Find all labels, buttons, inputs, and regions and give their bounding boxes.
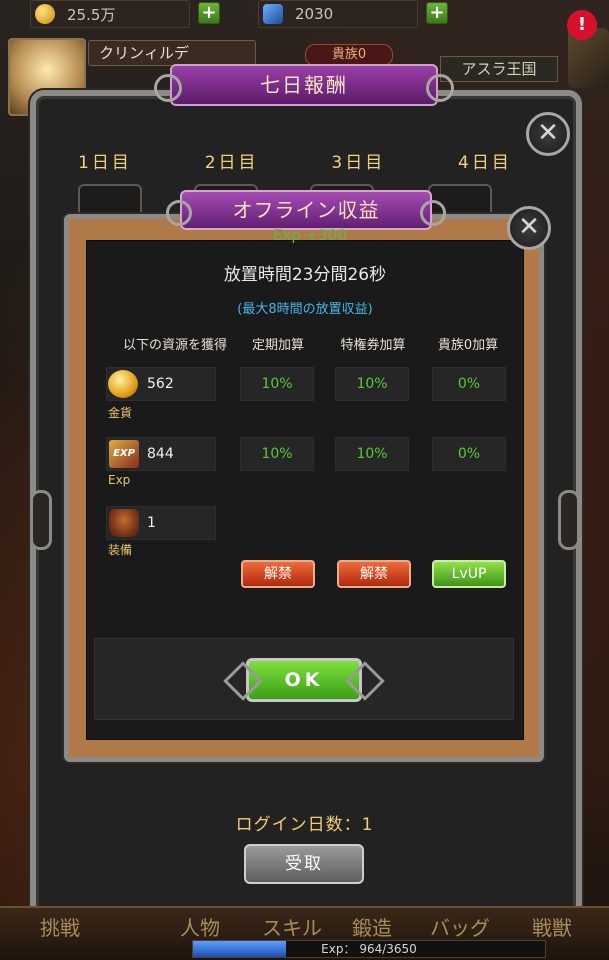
close-seven-day-button[interactable]: ✕ <box>526 112 570 156</box>
offline-income-title: オフライン収益 <box>166 190 446 230</box>
gem-amount: 2030 <box>295 5 334 23</box>
exp-noble-bonus: 0% <box>432 437 506 471</box>
gem-icon <box>263 4 283 24</box>
nav-bag[interactable]: バッグ <box>430 912 490 941</box>
gold-coin-icon <box>108 370 138 398</box>
exp-progress-text: Exp： 964/3650 <box>321 942 417 956</box>
gold-pass-bonus: 10% <box>335 367 409 401</box>
column-header-periodic: 定期加算 <box>251 338 304 353</box>
gold-coin-icon <box>35 4 55 24</box>
idle-time: 放置時間23分間26秒 <box>223 265 387 285</box>
side-ornament <box>30 490 52 550</box>
nav-beast[interactable]: 戦獣 <box>532 912 572 941</box>
day-reward-slot[interactable] <box>78 184 142 214</box>
column-header-pass: 特権券加算 <box>340 338 406 353</box>
login-days-count: ログイン日数：1 <box>235 815 374 835</box>
ok-button[interactable]: OK <box>246 658 362 702</box>
nav-challenge[interactable]: 挑戦 <box>40 912 80 941</box>
receive-button[interactable]: 受取 <box>244 844 364 884</box>
noble-lvup-button[interactable]: LvUP <box>432 560 506 588</box>
nav-skill[interactable]: スキル <box>262 912 322 941</box>
day-tab-1[interactable]: 1日目 <box>60 148 150 173</box>
gem-resource: 2030 <box>258 0 418 28</box>
armor-icon <box>109 509 139 537</box>
unlock-periodic-button[interactable]: 解禁 <box>241 560 315 588</box>
add-gem-button[interactable]: + <box>426 2 448 24</box>
exp-progress-bar: Exp： 964/3650 <box>192 940 546 958</box>
day-tab-2[interactable]: 2日目 <box>187 148 277 173</box>
column-header-noble: 貴族0加算 <box>437 338 499 353</box>
gold-amount: 25.5万 <box>67 5 116 24</box>
noble-rank[interactable]: 貴族0 <box>305 44 393 66</box>
exp-pass-bonus: 10% <box>335 437 409 471</box>
gold-label: 金貨 <box>108 406 133 420</box>
unlock-pass-button[interactable]: 解禁 <box>337 560 411 588</box>
exp-periodic-bonus: 10% <box>240 437 314 471</box>
gold-noble-bonus: 0% <box>432 367 506 401</box>
column-header-resources: 以下の資源を獲得 <box>122 338 227 353</box>
close-offline-button[interactable]: ✕ <box>507 206 551 250</box>
day-tab-4[interactable]: 4日目 <box>440 148 530 173</box>
equipment-label: 装備 <box>108 543 133 557</box>
max-idle-note: (最大8時間の放置収益) <box>237 302 373 317</box>
add-gold-button[interactable]: + <box>198 2 220 24</box>
gold-resource: 25.5万 <box>30 0 190 28</box>
kingdom-name: アスラ王国 <box>440 56 558 82</box>
nav-character[interactable]: 人物 <box>180 912 220 941</box>
seven-day-title: 七日報酬 <box>154 64 454 106</box>
gold-periodic-bonus: 10% <box>240 367 314 401</box>
exp-label: Exp <box>108 473 131 487</box>
alert-badge[interactable]: ! <box>567 10 597 40</box>
player-name: クリンィルデ <box>88 40 256 66</box>
side-ornament <box>558 490 580 550</box>
day-tab-3[interactable]: 3日目 <box>313 148 403 173</box>
day-tabs: 1日目 2日目 3日目 4日目 <box>60 148 530 173</box>
exp-icon: EXP <box>109 440 139 468</box>
exp-gain-float: Exp +300 <box>273 226 347 244</box>
nav-forge[interactable]: 鍛造 <box>352 912 392 941</box>
